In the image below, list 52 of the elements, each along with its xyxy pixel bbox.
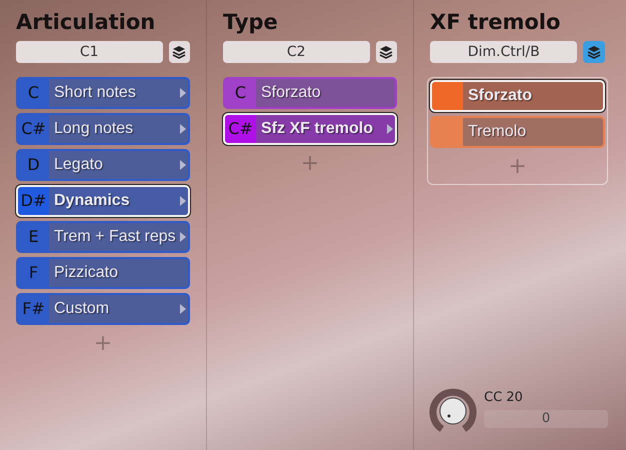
articulation-row[interactable]: C# Sfz XF tremolo [223, 113, 397, 145]
knob-label: CC 20 [484, 389, 524, 408]
layers-button[interactable] [168, 41, 190, 63]
key-label: F# [22, 298, 45, 320]
layers-button[interactable] [376, 41, 397, 63]
column-title: XF tremolo [430, 9, 562, 36]
row-label: Pizzicato [53, 263, 120, 283]
articulation-row[interactable]: Sforzato [430, 80, 605, 112]
submenu-arrow-icon [180, 304, 186, 314]
layers-icon [379, 45, 394, 59]
submenu-arrow-icon [180, 88, 186, 98]
mapping-field[interactable]: C1 [16, 41, 163, 63]
row-label: Trem + Fast reps [53, 227, 177, 247]
row-label: Sforzato [260, 83, 322, 103]
articulation-row[interactable]: F Pizzicato [16, 257, 190, 289]
submenu-arrow-icon [387, 124, 393, 134]
knob-value-field[interactable]: 0 [484, 410, 608, 428]
row-label: Long notes [53, 119, 134, 139]
key-label: C [28, 82, 40, 104]
articulation-row[interactable]: F# Custom [16, 293, 190, 325]
articulation-row[interactable]: D# Dynamics [16, 185, 190, 217]
articulation-row[interactable]: E Trem + Fast reps [16, 221, 190, 253]
submenu-arrow-icon [180, 160, 186, 170]
layers-icon [172, 45, 186, 59]
submenu-arrow-icon [180, 232, 186, 242]
articulation-row[interactable]: D Legato [16, 149, 190, 181]
column-title: Articulation [16, 9, 156, 36]
row-label: Sforzato [467, 86, 533, 106]
key-label: F [28, 262, 38, 284]
key-label: C# [228, 118, 253, 140]
layers-button[interactable] [583, 41, 605, 63]
key-label: D [27, 154, 40, 176]
key-label: D# [20, 190, 46, 212]
row-label: Legato [53, 155, 104, 175]
row-label: Custom [53, 299, 110, 319]
submenu-arrow-icon [180, 196, 186, 206]
row-label: Dynamics [53, 191, 131, 211]
key-label: E [28, 226, 39, 248]
articulation-row[interactable]: C Short notes [16, 77, 190, 109]
layers-icon [587, 45, 602, 59]
key-label: C# [21, 118, 46, 140]
mapping-field[interactable]: Dim.Ctrl/B [430, 41, 578, 63]
key-label: C [234, 82, 246, 104]
column-title: Type [223, 9, 279, 36]
mapping-field[interactable]: C2 [223, 41, 370, 63]
articulation-row[interactable]: C Sforzato [223, 77, 397, 109]
articulation-row[interactable]: Tremolo [430, 116, 605, 148]
articulation-row[interactable]: C# Long notes [16, 113, 190, 145]
row-label: Sfz XF tremolo [260, 119, 374, 139]
submenu-arrow-icon [180, 124, 186, 134]
row-label: Tremolo [467, 122, 528, 142]
row-label: Short notes [53, 83, 137, 103]
